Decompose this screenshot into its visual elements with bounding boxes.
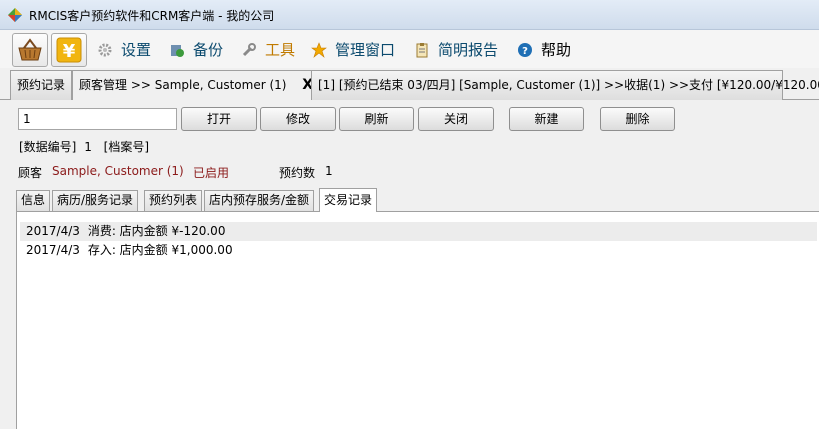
transactions-list: 2017/4/3 消费: 店内金额 ¥-120.00 2017/4/3 存入: … bbox=[16, 211, 819, 429]
tab-customer-management-label: 顾客管理 >> Sample, Customer (1) bbox=[79, 78, 287, 92]
refresh-button[interactable]: 刷新 bbox=[339, 107, 414, 131]
settings-label: 设置 bbox=[121, 41, 152, 59]
close-button[interactable]: 关闭 bbox=[418, 107, 494, 131]
edit-button[interactable]: 修改 bbox=[260, 107, 336, 131]
transaction-date: 2017/4/3 bbox=[26, 243, 80, 257]
manage-window-label: 管理窗口 bbox=[335, 41, 396, 59]
appointment-count-value: 1 bbox=[325, 164, 333, 178]
customer-label: 顾客 bbox=[18, 166, 43, 180]
basket-icon bbox=[18, 38, 42, 61]
tab-appointments[interactable]: 预约记录 bbox=[10, 70, 73, 100]
transaction-date: 2017/4/3 bbox=[26, 224, 80, 238]
appointment-count-label: 预约数 bbox=[279, 166, 316, 180]
new-button[interactable]: 新建 bbox=[509, 107, 584, 131]
document-tabs: 预约记录 顾客管理 >> Sample, Customer (1) X [1] … bbox=[0, 70, 819, 101]
title-bar: RMCIS客户预约软件和CRM客户端 - 我的公司 bbox=[0, 0, 819, 30]
window-title: RMCIS客户预约软件和CRM客户端 - 我的公司 bbox=[29, 9, 275, 23]
clipboard-icon bbox=[416, 42, 428, 57]
backup-menu[interactable]: 备份 bbox=[169, 39, 223, 60]
tab-history[interactable]: 病历/服务记录 bbox=[52, 190, 139, 211]
yen-icon: ¥ bbox=[56, 37, 82, 63]
svg-text:?: ? bbox=[522, 46, 528, 57]
star-icon bbox=[311, 41, 327, 58]
wrench-icon bbox=[242, 42, 256, 56]
payment-button[interactable]: ¥ bbox=[51, 33, 87, 67]
app-icon bbox=[8, 8, 22, 22]
customer-id-input[interactable] bbox=[18, 108, 177, 130]
tab-appointments-label: 预约记录 bbox=[17, 78, 66, 92]
tab-appointment-list[interactable]: 预约列表 bbox=[144, 190, 203, 211]
data-number-value: 1 bbox=[84, 140, 92, 154]
record-meta: [数据编号] 1 [档案号] bbox=[19, 138, 153, 155]
help-menu[interactable]: ? 帮助 bbox=[517, 39, 571, 60]
customer-status: 已启用 bbox=[193, 166, 230, 180]
tools-menu[interactable]: 工具 bbox=[241, 39, 295, 60]
tools-label: 工具 bbox=[265, 41, 296, 59]
list-item[interactable]: 2017/4/3 存入: 店内金额 ¥1,000.00 bbox=[20, 241, 817, 260]
list-item[interactable]: 2017/4/3 消费: 店内金额 ¥-120.00 bbox=[20, 222, 817, 241]
tab-stored-services[interactable]: 店内预存服务/金额 bbox=[204, 190, 315, 211]
data-number-label: [数据编号] bbox=[19, 140, 77, 154]
gear-icon bbox=[98, 43, 112, 56]
help-label: 帮助 bbox=[541, 41, 572, 59]
transaction-description: 消费: 店内金额 ¥-120.00 bbox=[87, 224, 226, 238]
customer-name: Sample, Customer (1) bbox=[52, 164, 184, 178]
tab-info[interactable]: 信息 bbox=[16, 190, 51, 211]
tab-appointment-detail[interactable]: [1] [预约已结束 03/四月] [Sample, Customer (1)]… bbox=[311, 70, 819, 100]
svg-text:¥: ¥ bbox=[63, 41, 76, 62]
tab-appointment-detail-label: [1] [预约已结束 03/四月] [Sample, Customer (1)]… bbox=[318, 78, 819, 92]
file-number-label: [档案号] bbox=[103, 140, 150, 154]
delete-button[interactable]: 删除 bbox=[600, 107, 675, 131]
main-toolbar: ¥ 设置 备份 工具 管理窗口 简明报告 ? 帮助 bbox=[0, 30, 819, 68]
settings-menu[interactable]: 设置 bbox=[97, 39, 151, 60]
customer-panel: 打开 修改 刷新 关闭 新建 删除 [数据编号] 1 [档案号] 顾客 Samp… bbox=[0, 100, 819, 429]
report-menu[interactable]: 简明报告 bbox=[414, 39, 498, 60]
basket-button[interactable] bbox=[12, 33, 48, 67]
backup-icon bbox=[171, 44, 184, 57]
backup-label: 备份 bbox=[193, 41, 224, 59]
transaction-description: 存入: 店内金额 ¥1,000.00 bbox=[87, 243, 233, 257]
tab-transactions[interactable]: 交易记录 bbox=[319, 188, 378, 212]
tab-customer-management[interactable]: 顾客管理 >> Sample, Customer (1) X bbox=[72, 70, 321, 101]
help-icon: ? bbox=[518, 42, 532, 57]
manage-window-menu[interactable]: 管理窗口 bbox=[311, 39, 395, 60]
report-label: 简明报告 bbox=[438, 41, 499, 59]
open-button[interactable]: 打开 bbox=[181, 107, 257, 131]
